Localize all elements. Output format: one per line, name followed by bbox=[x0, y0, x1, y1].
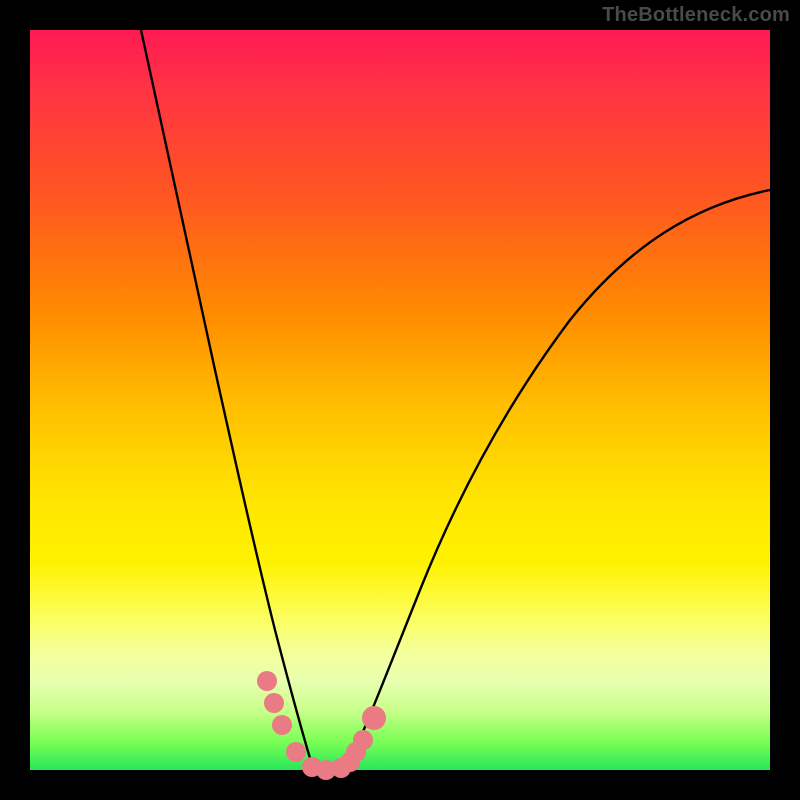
marker-dot bbox=[272, 715, 292, 735]
marker-dot bbox=[264, 693, 284, 713]
marker-dot bbox=[353, 730, 373, 750]
marker-dot-large bbox=[362, 706, 386, 730]
left-curve-path bbox=[141, 30, 312, 765]
chart-frame: TheBottleneck.com bbox=[0, 0, 800, 800]
marker-dot bbox=[286, 742, 306, 762]
plot-area bbox=[30, 30, 770, 770]
watermark-text: TheBottleneck.com bbox=[602, 4, 790, 27]
right-curve-path bbox=[348, 190, 770, 765]
chart-svg bbox=[30, 30, 770, 770]
marker-dot bbox=[257, 671, 277, 691]
curve-lines bbox=[141, 30, 770, 768]
marker-group bbox=[257, 671, 386, 780]
